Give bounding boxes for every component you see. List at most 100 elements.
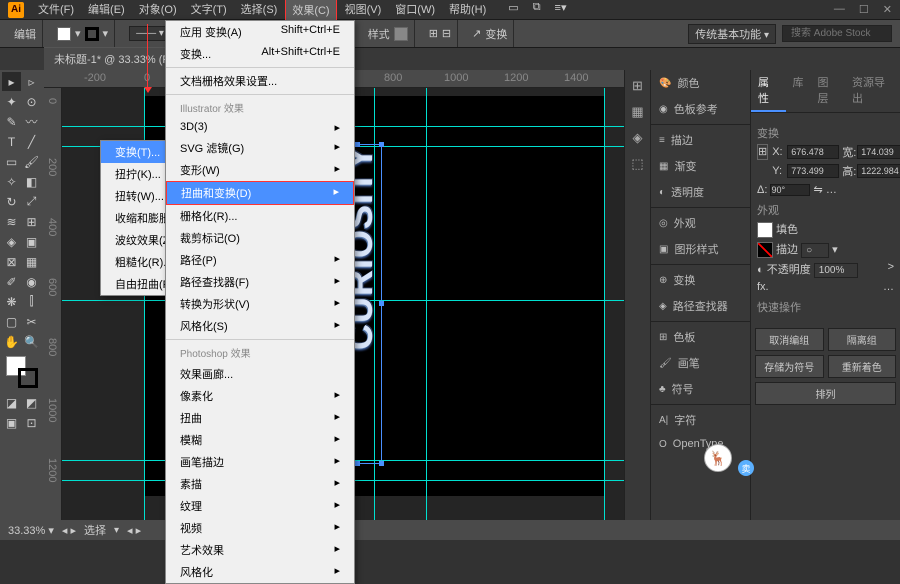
panel-stroke[interactable]: ≡ 描边 — [651, 127, 750, 153]
w-input[interactable] — [857, 145, 900, 159]
panel-color[interactable]: 🎨 颜色 — [651, 70, 750, 96]
fill-well[interactable] — [757, 222, 773, 238]
qa-save-symbol[interactable]: 存储为符号 — [755, 355, 824, 378]
tab-libraries[interactable]: 库 — [786, 70, 811, 112]
line-tool[interactable]: ╱ — [22, 132, 41, 151]
reference-point-icon[interactable]: ⊞ — [757, 144, 768, 160]
perspective-tool[interactable]: ▣ — [22, 232, 41, 251]
dd-convert[interactable]: 转换为形状(V)▸ — [166, 293, 354, 315]
scale-tool[interactable]: ⤢ — [22, 192, 41, 211]
dd-crop[interactable]: 裁剪标记(O) — [166, 227, 354, 249]
panel-icon[interactable]: ⊞ — [630, 78, 646, 94]
graph-tool[interactable]: ⫿ — [22, 292, 41, 311]
dd-raster[interactable]: 栅格化(R)... — [166, 205, 354, 227]
symbol-sprayer-tool[interactable]: ❋ — [2, 292, 21, 311]
dd-pathfinder[interactable]: 路径查找器(F)▸ — [166, 271, 354, 293]
maximize-icon[interactable]: ☐ — [859, 3, 869, 16]
panel-symbols[interactable]: ♣ 符号 — [651, 376, 750, 402]
free-transform-tool[interactable]: ⊞ — [22, 212, 41, 231]
toolbar-icon[interactable]: ⧉ — [527, 0, 547, 21]
panel-graphic-styles[interactable]: ▣ 图形样式 — [651, 236, 750, 262]
panel-transform[interactable]: ⊕ 变换 — [651, 267, 750, 293]
shaper-tool[interactable]: ✧ — [2, 172, 21, 191]
dd-warp[interactable]: 变形(W)▸ — [166, 159, 354, 181]
dd-stylize[interactable]: 风格化(S)▸ — [166, 315, 354, 337]
rect-tool[interactable]: ▭ — [2, 152, 21, 171]
slice-tool[interactable]: ✂ — [22, 312, 41, 331]
guide[interactable] — [604, 88, 605, 520]
dd-video[interactable]: 视频▸ — [166, 517, 354, 539]
panel-guide[interactable]: ◉ 色板参考 — [651, 96, 750, 122]
guide[interactable] — [426, 88, 427, 520]
tab-properties[interactable]: 属性 — [751, 70, 786, 112]
stroke-weight-input[interactable] — [801, 243, 829, 258]
dd-3d[interactable]: 3D(3)▸ — [166, 118, 354, 137]
draw-mode-icon[interactable]: ◩ — [22, 393, 41, 412]
artboard-tool[interactable]: ▢ — [2, 312, 21, 331]
search-stock-input[interactable] — [782, 25, 892, 42]
tab-assets[interactable]: 资源导出 — [845, 70, 900, 112]
align-icon[interactable]: ⊟ — [442, 27, 451, 40]
fill-color-swatch[interactable] — [57, 27, 71, 41]
align-icon[interactable]: ⊞ — [429, 27, 438, 40]
panel-icon[interactable]: ⬚ — [630, 156, 646, 172]
panel-icon[interactable]: ◈ — [630, 130, 646, 146]
dd-doc-fx[interactable]: 文档栅格效果设置... — [166, 70, 354, 92]
qa-arrange[interactable]: 排列 — [755, 382, 896, 405]
panel-icon[interactable]: ▦ — [630, 104, 646, 120]
screen-mode-icon[interactable]: ▣ — [2, 413, 21, 432]
panel-pathfinder[interactable]: ◈ 路径查找器 — [651, 293, 750, 319]
gradient-tool[interactable]: ▦ — [22, 252, 41, 271]
menu-window[interactable]: 窗口(W) — [389, 0, 441, 21]
flip-h-icon[interactable]: ⇋ — [814, 184, 823, 196]
dd-sketch[interactable]: 素描▸ — [166, 473, 354, 495]
hand-tool[interactable]: ✋ — [2, 332, 21, 351]
style-swatch[interactable] — [394, 27, 408, 41]
panel-transparency[interactable]: ◐ 透明度 — [651, 179, 750, 205]
eraser-tool[interactable]: ◧ — [22, 172, 41, 191]
y-input[interactable] — [787, 164, 839, 178]
close-icon[interactable]: ✕ — [883, 3, 892, 16]
pen-tool[interactable]: ✎ — [2, 112, 21, 131]
more-icon[interactable]: … — [826, 184, 837, 196]
magic-wand-tool[interactable]: ✦ — [2, 92, 21, 111]
panel-character[interactable]: A| 字符 — [651, 407, 750, 433]
dd-blur[interactable]: 模糊▸ — [166, 429, 354, 451]
dd-texture[interactable]: 纹理▸ — [166, 495, 354, 517]
width-tool[interactable]: ≋ — [2, 212, 21, 231]
zoom-tool[interactable]: 🔍 — [22, 332, 41, 351]
shape-builder-tool[interactable]: ◈ — [2, 232, 21, 251]
qa-ungroup[interactable]: 取消编组 — [755, 328, 824, 351]
x-input[interactable] — [787, 145, 839, 159]
dd-brush[interactable]: 画笔描边▸ — [166, 451, 354, 473]
dd-distort2[interactable]: 扭曲▸ — [166, 407, 354, 429]
mesh-tool[interactable]: ⊠ — [2, 252, 21, 271]
menu-file[interactable]: 文件(F) — [32, 0, 80, 21]
transform-icon[interactable]: ↗ — [472, 27, 481, 40]
screen-mode-icon[interactable]: ⊡ — [22, 413, 41, 432]
toolbar-icon[interactable]: ≡▾ — [549, 0, 573, 21]
workspace-dropdown[interactable]: 传统基本功能 ▾ — [688, 24, 776, 44]
menu-object[interactable]: 对象(O) — [133, 0, 183, 21]
curvature-tool[interactable]: 〰 — [22, 112, 41, 131]
rotate-tool[interactable]: ↻ — [2, 192, 21, 211]
zoom-dropdown[interactable]: 33.33% ▾ — [8, 524, 54, 537]
menu-type[interactable]: 文字(T) — [185, 0, 233, 21]
qa-recolor[interactable]: 重新着色 — [828, 355, 897, 378]
dd-apply-last[interactable]: 应用 变换(A)Shift+Ctrl+E — [166, 21, 354, 43]
panel-swatches[interactable]: ⊞ 色板 — [651, 324, 750, 350]
dd-stylize2[interactable]: 风格化▸ — [166, 561, 354, 583]
qa-isolate[interactable]: 隔离组 — [828, 328, 897, 351]
lasso-tool[interactable]: ⊙ — [22, 92, 41, 111]
menu-select[interactable]: 选择(S) — [235, 0, 284, 21]
h-input[interactable] — [857, 164, 900, 178]
angle-input[interactable] — [770, 184, 810, 196]
status-selection[interactable]: 选择 — [84, 522, 106, 538]
panel-gradient[interactable]: ▦ 渐变 — [651, 153, 750, 179]
fill-stroke-control[interactable] — [6, 356, 38, 388]
dd-gallery[interactable]: 效果画廊... — [166, 363, 354, 385]
dd-artistic[interactable]: 艺术效果▸ — [166, 539, 354, 561]
minimize-icon[interactable]: — — [834, 3, 845, 16]
type-tool[interactable]: T — [2, 132, 21, 151]
menu-effect[interactable]: 效果(C) — [285, 0, 336, 21]
